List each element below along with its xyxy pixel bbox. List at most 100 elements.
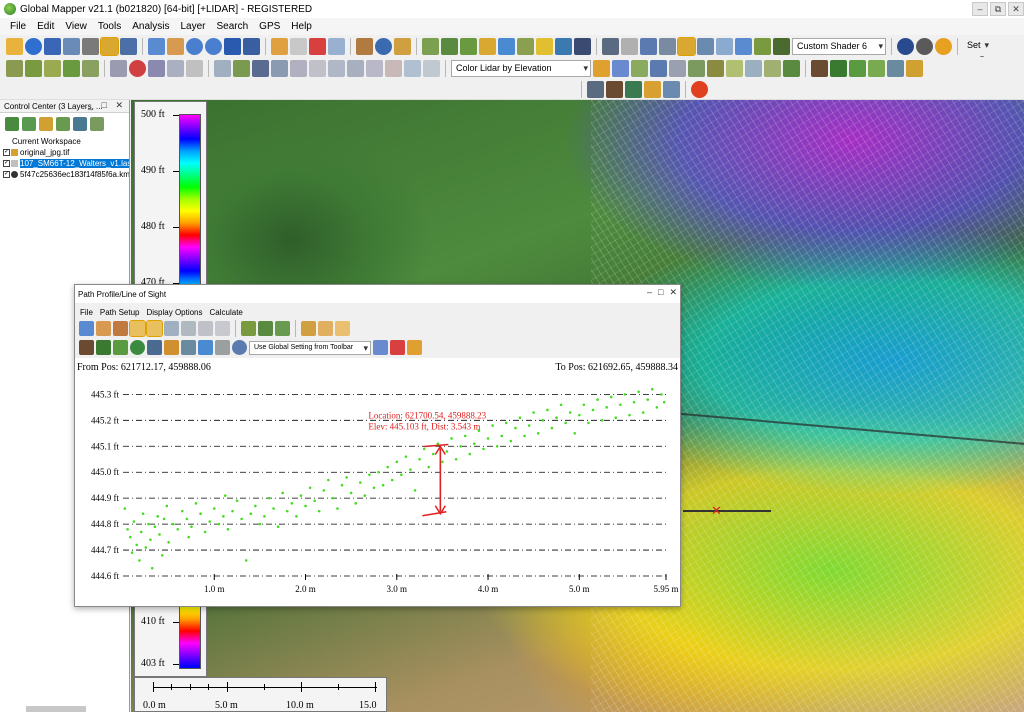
export-icon[interactable] — [335, 321, 350, 336]
sun-icon[interactable] — [536, 37, 553, 55]
smooth-icon[interactable] — [167, 59, 184, 77]
tree-icon[interactable] — [130, 340, 145, 355]
layer-item[interactable]: ✓ original_jpg.tif — [0, 147, 129, 158]
lidar-color-select[interactable]: Color Lidar by Elevation — [451, 59, 591, 77]
wand-icon[interactable] — [621, 37, 638, 55]
classification-select[interactable]: Use Global Setting from Toolbar — [249, 340, 371, 355]
edit-icon[interactable] — [328, 37, 345, 55]
horizontal-line-icon[interactable] — [181, 321, 196, 336]
profile-plot-area[interactable]: From Pos: 621712.17, 459888.06 To Pos: 6… — [75, 358, 680, 606]
measure-icon[interactable] — [356, 37, 373, 55]
layer-checkbox[interactable]: ✓ — [3, 160, 10, 167]
lidar-search-icon[interactable] — [650, 59, 667, 77]
pole-icon[interactable] — [906, 59, 923, 77]
menu-help[interactable]: Help — [291, 21, 312, 32]
ground-icon[interactable] — [726, 59, 743, 77]
layer-checkbox[interactable]: ✓ — [3, 171, 10, 178]
zoom-layer-icon[interactable] — [73, 117, 87, 131]
move-icon[interactable] — [214, 59, 231, 77]
setup-label[interactable]: Set up P — [963, 38, 991, 65]
save-icon[interactable] — [44, 37, 61, 55]
split-line-icon[interactable] — [290, 59, 307, 77]
menu-file[interactable]: File — [10, 21, 26, 32]
profile-points-icon[interactable] — [587, 80, 604, 98]
join-icon[interactable] — [309, 59, 326, 77]
wrench-icon[interactable] — [82, 37, 99, 55]
noise-points-icon[interactable] — [215, 340, 230, 355]
split-icon[interactable] — [640, 37, 657, 55]
elevation-icon[interactable] — [441, 37, 458, 55]
trim-icon[interactable] — [186, 59, 203, 77]
menu-search[interactable]: Search — [216, 21, 248, 32]
globe-icon[interactable] — [25, 37, 42, 55]
color-wheel-icon[interactable] — [691, 80, 708, 98]
dialog-close-button[interactable]: ✕ — [669, 287, 677, 298]
grass-icon[interactable] — [96, 340, 111, 355]
point-tool-icon[interactable] — [82, 59, 99, 77]
zoom-in-icon[interactable] — [186, 37, 203, 55]
menu-layer[interactable]: Layer — [180, 21, 205, 32]
delete-icon[interactable] — [309, 37, 326, 55]
tower-icon[interactable] — [887, 59, 904, 77]
select-icon[interactable] — [148, 37, 165, 55]
path-profile-icon[interactable] — [479, 37, 496, 55]
scale-icon[interactable] — [252, 59, 269, 77]
mountain-icon[interactable] — [606, 80, 623, 98]
delete-points-icon[interactable] — [390, 340, 405, 355]
dialog-maximize-button[interactable]: □ — [658, 287, 663, 298]
digitizer-pencil-icon[interactable] — [271, 37, 288, 55]
control-center-window-buttons[interactable]: _ □ ✕ — [88, 100, 126, 111]
menu-tools[interactable]: Tools — [98, 21, 121, 32]
layer-options-icon[interactable] — [22, 117, 36, 131]
building-icon[interactable] — [147, 340, 162, 355]
bush-icon[interactable] — [113, 340, 128, 355]
menu-analysis[interactable]: Analysis — [132, 21, 169, 32]
menu-view[interactable]: View — [65, 21, 87, 32]
3d-view-icon[interactable] — [754, 37, 771, 55]
building-icon[interactable] — [764, 59, 781, 77]
dialog-menu-display-options[interactable]: Display Options — [146, 308, 202, 317]
polyline-tool-icon[interactable] — [44, 59, 61, 77]
config-icon[interactable] — [120, 37, 137, 55]
water-drop-icon[interactable] — [198, 340, 213, 355]
copy-icon[interactable] — [659, 37, 676, 55]
raise-icon[interactable] — [716, 37, 733, 55]
marker-icon[interactable] — [644, 80, 661, 98]
filter-icon[interactable] — [593, 59, 610, 77]
layer-checkbox[interactable]: ✓ — [3, 149, 10, 156]
water-icon[interactable] — [555, 37, 572, 55]
zoom-box-icon[interactable] — [146, 320, 163, 337]
profile-terrain-icon[interactable] — [241, 321, 256, 336]
metadata-icon[interactable] — [39, 117, 53, 131]
shrub-icon[interactable] — [868, 59, 885, 77]
tree-icon[interactable] — [830, 59, 847, 77]
open-folder-icon[interactable] — [6, 37, 23, 55]
close-button[interactable]: ✕ — [1008, 2, 1024, 16]
dialog-minimize-button[interactable]: – — [647, 287, 652, 298]
show-all-icon[interactable] — [56, 117, 70, 131]
select-points-icon[interactable] — [669, 59, 686, 77]
minimize-button[interactable]: – — [972, 2, 988, 16]
profile-chart[interactable]: From Pos: 621712.17, 459888.06 To Pos: 6… — [75, 358, 680, 606]
pan-icon[interactable] — [167, 37, 184, 55]
menu-edit[interactable]: Edit — [37, 21, 54, 32]
measure-icon[interactable] — [113, 321, 128, 336]
zoom-out-icon[interactable] — [205, 37, 222, 55]
shade-icon[interactable] — [460, 37, 477, 55]
back-arrow-icon[interactable] — [224, 37, 241, 55]
target-icon[interactable] — [129, 59, 146, 77]
draw-line-icon[interactable] — [215, 321, 230, 336]
select-icon[interactable] — [79, 321, 94, 336]
lighting-icon[interactable] — [935, 37, 952, 55]
tools-icon[interactable] — [574, 37, 591, 55]
offset-icon[interactable] — [328, 59, 345, 77]
noise-icon[interactable] — [745, 59, 762, 77]
profile-fill-icon[interactable] — [258, 321, 273, 336]
bush-icon[interactable] — [849, 59, 866, 77]
settings-gear-icon[interactable] — [916, 37, 933, 55]
lower-icon[interactable] — [735, 37, 752, 55]
terrain-icon[interactable] — [422, 37, 439, 55]
slope-icon[interactable] — [677, 36, 696, 56]
layer-item[interactable]: ✓ 5f47c25636ec183f14f85f6a.kml [ — [0, 169, 129, 180]
search-icon[interactable] — [232, 340, 247, 355]
